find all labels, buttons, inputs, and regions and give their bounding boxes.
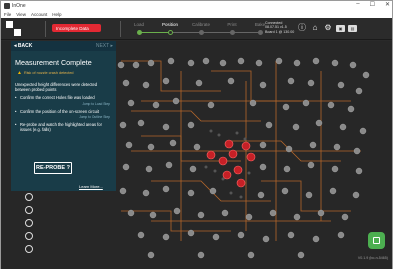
menu-file[interactable]: File xyxy=(4,12,11,17)
jump-to-load-link[interactable]: Jump to Load Step xyxy=(11,102,110,106)
layer-toggle[interactable] xyxy=(25,232,33,240)
version-label: V0.1.9 (bo-n-5465) xyxy=(357,256,388,260)
list-item: • Confirm the position of the on-screen … xyxy=(15,109,112,114)
divider xyxy=(120,21,121,37)
re-probe-button[interactable]: RE-PROBE ? xyxy=(34,162,72,174)
menu-help[interactable]: Help xyxy=(52,12,61,17)
bullet-text: Confirm the position of the on-screen ci… xyxy=(20,108,99,114)
warning-message: ▲ Risk of nozzle crash detected xyxy=(17,70,116,76)
incomplete-data-button[interactable]: Incomplete Data xyxy=(52,24,101,32)
minimize-button[interactable]: – xyxy=(356,1,359,8)
gear-icon[interactable]: ⚙ xyxy=(323,23,333,33)
menu-view[interactable]: View xyxy=(16,12,26,17)
camera-icon[interactable]: ▣ xyxy=(336,24,345,32)
warning-icon: ▲ xyxy=(17,70,22,76)
layer-toggle[interactable] xyxy=(25,219,33,227)
menu-bar: File View Account Help xyxy=(1,11,392,18)
bullet-text: Confirm the correct Holes file was loade… xyxy=(20,95,95,101)
checker-logo xyxy=(6,21,21,36)
layer-toggle[interactable] xyxy=(25,193,33,201)
workflow-stepper: Load Position Calibrate Print Bake xyxy=(128,20,268,38)
title-bar: InOne – ☐ ✕ xyxy=(1,1,392,11)
step-label-load[interactable]: Load xyxy=(124,22,154,27)
top-toolbar: Incomplete Data Load Position Calibrate … xyxy=(1,18,392,40)
probe-pads xyxy=(117,57,370,259)
bullet-icon: • xyxy=(15,108,17,114)
home-icon[interactable]: ⌂ xyxy=(310,23,320,33)
panel-title: Measurement Complete xyxy=(15,58,92,67)
app-window: InOne – ☐ ✕ File View Account Help Incom… xyxy=(0,0,393,269)
bullet-icon: • xyxy=(15,121,17,127)
step-connector xyxy=(138,32,170,33)
step-label-calibrate[interactable]: Calibrate xyxy=(186,22,216,27)
app-icon xyxy=(4,3,10,9)
toolbar-icons: ⓘ ⌂ ⚙ ▣ ▤ xyxy=(297,23,357,33)
info-icon[interactable]: ⓘ xyxy=(297,23,307,33)
step-dot-position[interactable] xyxy=(168,30,173,35)
menu-account[interactable]: Account xyxy=(31,12,47,17)
maximize-button[interactable]: ☐ xyxy=(370,1,375,8)
learn-more-link[interactable]: Learn More... xyxy=(79,184,103,189)
divider xyxy=(45,21,46,37)
step-connector xyxy=(170,32,260,33)
highlighted-problem-points[interactable] xyxy=(206,139,256,188)
layer-toggle[interactable] xyxy=(25,245,33,253)
window-title: InOne xyxy=(12,3,26,9)
layer-toggle[interactable] xyxy=(25,206,33,214)
window-controls: – ☐ ✕ xyxy=(356,1,390,8)
copper-traces xyxy=(121,60,361,241)
small-vias xyxy=(204,129,251,199)
printer-icon[interactable]: ▤ xyxy=(348,24,357,32)
step-dot-bake[interactable] xyxy=(258,30,263,35)
panel-intro: Unexpected height differences were detec… xyxy=(15,82,98,93)
jump-to-outline-link[interactable]: Jump to Outline Step xyxy=(11,115,110,119)
bullet-icon: • xyxy=(15,95,17,101)
panel-nav: ◂ BACK NEXT ▸ xyxy=(11,41,116,51)
square-icon xyxy=(373,237,380,244)
view-toggle-button[interactable] xyxy=(368,232,385,249)
step-dot-print[interactable] xyxy=(230,30,235,35)
back-button[interactable]: ◂ BACK xyxy=(14,43,32,49)
list-item: • Re-probe and watch the highlighted are… xyxy=(15,122,112,132)
list-item: • Confirm the correct Holes file was loa… xyxy=(15,95,112,100)
step-dot-calibrate[interactable] xyxy=(199,30,204,35)
warning-text: Risk of nozzle crash detected xyxy=(23,71,74,75)
step-dot-load[interactable] xyxy=(137,30,142,35)
step-label-print[interactable]: Print xyxy=(217,22,247,27)
step-label-position[interactable]: Position xyxy=(155,22,185,27)
next-button[interactable]: NEXT ▸ xyxy=(96,43,113,49)
bullet-text: Re-probe and watch the highlighted areas… xyxy=(20,121,102,133)
connection-status: Connected 08.07.51 v1.5 Board 1 @ 130.00 xyxy=(265,21,295,34)
close-button[interactable]: ✕ xyxy=(385,1,390,8)
